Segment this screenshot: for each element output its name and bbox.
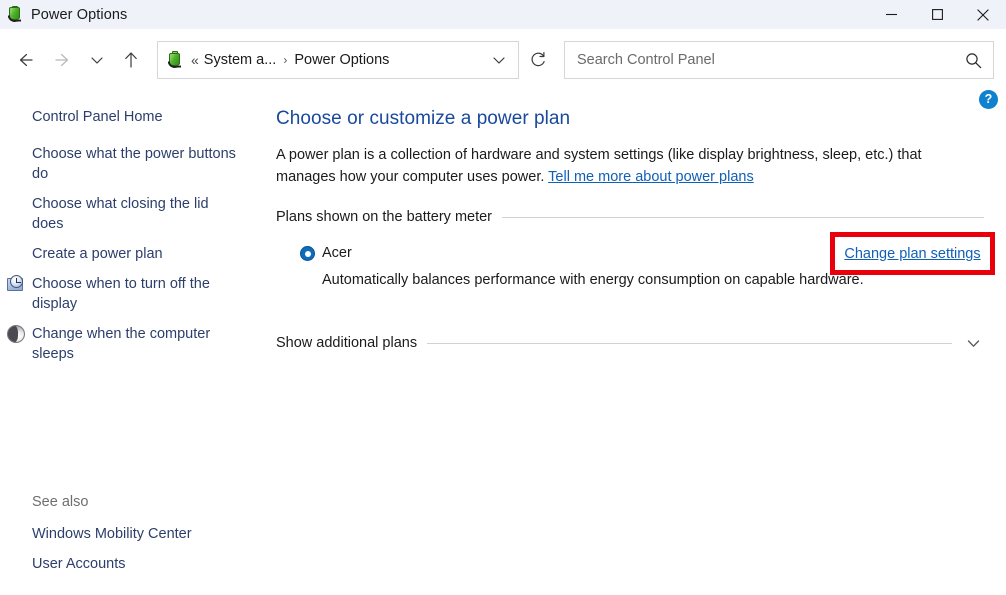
sidebar-item-label: Change when the computer sleeps <box>32 324 238 364</box>
see-also-label: See also <box>0 494 265 519</box>
main-content: ? Choose or customize a power plan A pow… <box>265 91 1006 595</box>
see-also-section: See also Windows Mobility Center User Ac… <box>0 494 265 595</box>
window-controls <box>868 0 1006 29</box>
plan-name[interactable]: Acer <box>322 243 352 263</box>
sidebar-item-create-power-plan[interactable]: Create a power plan <box>0 239 252 269</box>
sidebar-item-power-buttons[interactable]: Choose what the power buttons do <box>0 139 252 189</box>
plans-group-label: Plans shown on the battery meter <box>276 209 492 225</box>
sidebar-item-computer-sleeps[interactable]: Change when the computer sleeps <box>0 319 252 369</box>
plan-radio-button[interactable] <box>300 246 315 261</box>
title-bar-left: Power Options <box>0 6 127 23</box>
sidebar-item-label: User Accounts <box>32 554 126 574</box>
navigation-toolbar: « System a... › Power Options <box>0 29 1006 91</box>
power-options-window: Power Options <box>0 0 1006 595</box>
help-icon[interactable]: ? <box>979 90 998 109</box>
page-title: Choose or customize a power plan <box>276 108 984 130</box>
recent-locations-chevron-down-icon[interactable] <box>82 43 112 77</box>
tell-me-more-link[interactable]: Tell me more about power plans <box>548 169 754 185</box>
power-plug-battery-icon <box>7 6 24 23</box>
power-plan-row: Acer Change plan settings <box>276 243 984 263</box>
sidebar-item-control-panel-home[interactable]: Control Panel Home <box>0 102 252 139</box>
search-box[interactable] <box>564 41 994 79</box>
maximize-button[interactable] <box>914 0 960 29</box>
expander-divider <box>427 343 952 344</box>
breadcrumb-separator: › <box>276 54 294 66</box>
sidebar-item-label: Control Panel Home <box>32 107 163 127</box>
forward-arrow-icon[interactable] <box>44 43 82 77</box>
window-body: Control Panel Home Choose what the power… <box>0 91 1006 595</box>
sidebar-item-label: Choose what closing the lid does <box>32 194 238 234</box>
refresh-icon[interactable] <box>519 41 557 79</box>
page-description: A power plan is a collection of hardware… <box>276 144 948 188</box>
sidebar-item-label: Choose what the power buttons do <box>32 144 238 184</box>
group-divider <box>502 217 984 218</box>
breadcrumb-chevron-down-icon[interactable] <box>482 43 516 77</box>
plans-group-header: Plans shown on the battery meter <box>276 209 984 225</box>
breadcrumb-item-power-options[interactable]: Power Options <box>294 52 389 68</box>
display-off-icon <box>7 275 25 293</box>
sidebar-item-label: Create a power plan <box>32 244 163 264</box>
sidebar-item-turn-off-display[interactable]: Choose when to turn off the display <box>0 269 252 319</box>
window-title: Power Options <box>31 7 127 23</box>
sidebar: Control Panel Home Choose what the power… <box>0 91 265 595</box>
breadcrumb-overflow[interactable]: « <box>190 53 204 67</box>
show-additional-plans-expander[interactable]: Show additional plans <box>276 332 984 354</box>
close-button[interactable] <box>960 0 1006 29</box>
breadcrumb-item-system[interactable]: System a... <box>204 52 277 68</box>
annotation-highlight-box: Change plan settings <box>830 232 995 275</box>
breadcrumb-power-plug-battery-icon <box>167 52 184 69</box>
title-bar: Power Options <box>0 0 1006 29</box>
up-arrow-icon[interactable] <box>112 43 150 77</box>
sidebar-item-label: Choose when to turn off the display <box>32 274 238 314</box>
sidebar-spacer <box>0 369 265 494</box>
chevron-down-icon[interactable] <box>962 332 984 354</box>
search-input[interactable] <box>577 52 959 68</box>
search-icon[interactable] <box>959 46 987 74</box>
minimize-button[interactable] <box>868 0 914 29</box>
sidebar-item-closing-lid[interactable]: Choose what closing the lid does <box>0 189 252 239</box>
breadcrumb[interactable]: « System a... › Power Options <box>157 41 519 79</box>
sidebar-item-user-accounts[interactable]: User Accounts <box>0 549 252 579</box>
sidebar-item-windows-mobility-center[interactable]: Windows Mobility Center <box>0 519 252 549</box>
sidebar-item-label: Windows Mobility Center <box>32 524 192 544</box>
change-plan-settings-link[interactable]: Change plan settings <box>844 246 980 262</box>
back-arrow-icon[interactable] <box>6 43 44 77</box>
sleep-moon-icon <box>7 325 25 343</box>
show-additional-plans-label: Show additional plans <box>276 335 417 351</box>
